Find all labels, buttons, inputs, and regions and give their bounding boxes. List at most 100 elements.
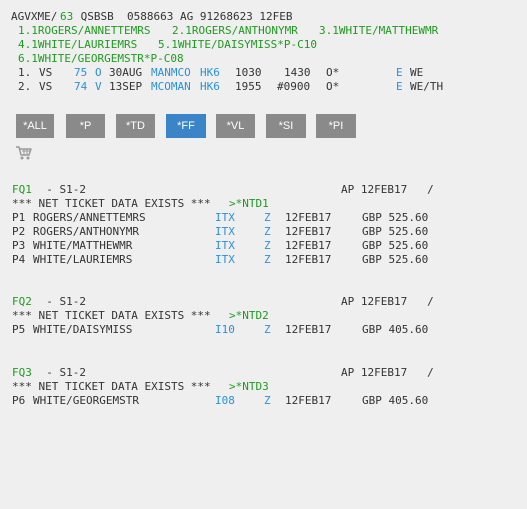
passenger-line-1: 1.1ROGERS/ANNETTEMRS 2.1ROGERS/ANTHONYMR… [18,24,438,38]
pnr-code[interactable]: 63 [60,10,73,24]
segment-departure: 1030 [235,66,262,79]
net-ticket-line: *** NET TICKET DATA EXISTS *** >*NTD1 [12,197,269,211]
segment-number: 1. [18,66,32,79]
all-button[interactable]: *ALL [16,114,54,138]
segment-departure: 1955 [235,80,262,93]
passenger-name[interactable]: 5.1WHITE/DAISYMISS*P-C10 [158,38,317,52]
fare-passenger-ref: P4 [12,253,26,266]
net-ticket-text: *** NET TICKET DATA EXISTS *** [12,309,218,322]
fare-passenger-name: ROGERS/ANTHONYMR [33,225,139,238]
fare-type-link[interactable]: ITX [215,225,235,239]
segment-e-link[interactable]: E [396,80,403,94]
fare-row: P3 WHITE/MATTHEWMR ITX Z 12FEB17 GBP 525… [12,239,492,253]
fare-z-link[interactable]: Z [264,225,271,239]
segment-date: 13SEP [109,80,143,93]
fare-z-link[interactable]: Z [264,253,271,267]
ff-button[interactable]: *FF [166,114,206,138]
terminal-screen: AGVXME/ 63 QSBSB 0588663 AG 91268623 12F… [0,0,527,509]
segment-flag: O* [326,66,340,79]
pi-button[interactable]: *PI [316,114,356,138]
segment-status: HK6 [200,66,220,79]
fare-amount: GBP 405.60 [362,323,429,336]
fare-quote-segments: - S1-2 [33,295,86,308]
segment-flag: O* [326,80,340,93]
record-rest: QSBSB 0588663 AG 91268623 12FEB [74,10,293,23]
fare-z-link[interactable]: Z [264,211,271,225]
fare-type-link[interactable]: ITX [215,211,235,225]
fare-type-link[interactable]: ITX [215,239,235,253]
passenger-name[interactable]: 4.1WHITE/LAURIEMRS [18,38,137,52]
vl-button[interactable]: *VL [216,114,255,138]
net-ticket-line: *** NET TICKET DATA EXISTS *** >*NTD3 [12,380,269,394]
fare-passenger-ref: P5 [12,323,26,336]
record-locator-line: AGVXME/ 63 QSBSB 0588663 AG 91268623 12F… [11,10,293,24]
fare-quote-ap: AP 12FEB17 / [341,366,434,379]
fare-quote-segments: - S1-2 [33,183,86,196]
passenger-name[interactable]: 1.1ROGERS/ANNETTEMRS [18,24,150,38]
passenger-name[interactable]: 6.1WHITE/GEORGEMSTR*P-C08 [18,52,184,66]
fare-passenger-name: WHITE/DAISYMISS [33,323,133,336]
fare-passenger-ref: P1 [12,211,26,224]
segment-row: 2. VS 74 V 13SEP MCOMAN HK6 1955 #0900 O… [18,80,518,94]
net-ticket-link[interactable]: >*NTD1 [229,197,269,211]
segment-status: HK6 [200,80,220,93]
fare-quote-header: FQ2 - S1-2 AP 12FEB17 / [12,295,434,309]
fare-row: P4 WHITE/LAURIEMRS ITX Z 12FEB17 GBP 525… [12,253,492,267]
fare-quote-header: FQ3 - S1-2 AP 12FEB17 / [12,366,434,380]
segment-days: WE/TH [410,80,444,93]
fare-z-link[interactable]: Z [264,323,271,337]
fare-date: 12FEB17 [285,239,332,252]
fare-z-link[interactable]: Z [264,239,271,253]
net-ticket-line: *** NET TICKET DATA EXISTS *** >*NTD2 [12,309,269,323]
passenger-name[interactable]: 2.1ROGERS/ANTHONYMR [172,24,298,38]
fare-passenger-name: ROGERS/ANNETTEMRS [33,211,146,224]
segment-route[interactable]: MCOMAN [151,80,191,94]
net-ticket-text: *** NET TICKET DATA EXISTS *** [12,380,218,393]
fare-passenger-ref: P6 [12,394,26,407]
net-ticket-link[interactable]: >*NTD3 [229,380,269,394]
segment-route[interactable]: MANMCO [151,66,191,80]
fare-passenger-name: WHITE/GEORGEMSTR [33,394,139,407]
segment-date: 30AUG [109,66,143,79]
passenger-name[interactable]: 3.1WHITE/MATTHEWMR [319,24,438,38]
fare-date: 12FEB17 [285,225,332,238]
fare-quote-segments: - S1-2 [33,366,86,379]
fare-row: P6 WHITE/GEORGEMSTR I08 Z 12FEB17 GBP 40… [12,394,492,408]
fare-type-link[interactable]: ITX [215,253,235,267]
segment-class: V [95,80,102,93]
fare-amount: GBP 525.60 [362,211,429,224]
fare-date: 12FEB17 [285,394,332,407]
record-prefix: AGVXME/ [11,10,58,23]
fare-quote-id[interactable]: FQ1 [12,183,32,197]
fare-date: 12FEB17 [285,211,332,224]
fare-passenger-name: WHITE/MATTHEWMR [33,239,133,252]
fare-date: 12FEB17 [285,253,332,266]
segment-flight[interactable]: 74 [74,80,87,94]
segment-number: 2. [18,80,32,93]
td-button[interactable]: *TD [116,114,155,138]
fare-quote-ap: AP 12FEB17 / [341,295,434,308]
fare-amount: GBP 525.60 [362,239,429,252]
segment-flight[interactable]: 75 [74,66,87,80]
fare-amount: GBP 525.60 [362,225,429,238]
segment-e-link[interactable]: E [396,66,403,80]
segment-carrier: VS [39,66,53,79]
fare-type-link[interactable]: I08 [215,394,235,408]
fare-passenger-name: WHITE/LAURIEMRS [33,253,133,266]
fare-type-link[interactable]: I10 [215,323,235,337]
fare-row: P2 ROGERS/ANTHONYMR ITX Z 12FEB17 GBP 52… [12,225,492,239]
p-button[interactable]: *P [66,114,105,138]
net-ticket-link[interactable]: >*NTD2 [229,309,269,323]
fare-quote-id[interactable]: FQ2 [12,295,32,309]
segment-arrival: #0900 [277,80,311,93]
fare-passenger-ref: P3 [12,239,26,252]
fare-quote-ap: AP 12FEB17 / [341,183,434,196]
segment-row: 1. VS 75 O 30AUG MANMCO HK6 1030 1430 O*… [18,66,518,80]
passenger-line-2: 4.1WHITE/LAURIEMRS 5.1WHITE/DAISYMISS*P-… [18,38,317,52]
segment-class: O [95,66,102,79]
net-ticket-text: *** NET TICKET DATA EXISTS *** [12,197,218,210]
shopping-cart-icon[interactable] [15,145,33,161]
fare-z-link[interactable]: Z [264,394,271,408]
si-button[interactable]: *SI [266,114,306,138]
fare-quote-id[interactable]: FQ3 [12,366,32,380]
